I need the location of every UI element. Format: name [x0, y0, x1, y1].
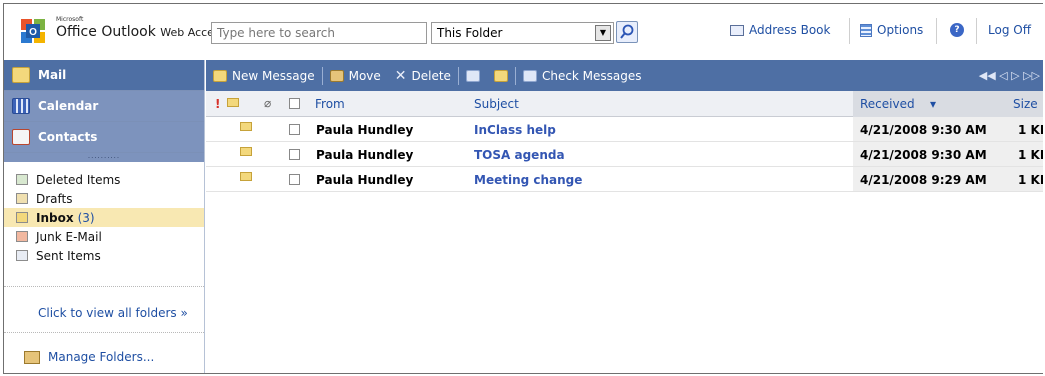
message-toolbar: New Message Move ✕ Delete Check Messages…	[206, 60, 1043, 91]
message-from: Paula Hundley	[316, 148, 414, 162]
navigation-pane: Mail Calendar Contacts .......... Delete…	[4, 60, 205, 373]
trash-icon	[16, 174, 28, 185]
subject-column-header[interactable]: Subject	[474, 97, 519, 111]
search-scope-select[interactable]: This Folder ▼	[431, 22, 614, 44]
unread-envelope-icon	[240, 122, 252, 131]
size-column-header[interactable]: Size	[1013, 97, 1038, 111]
delete-icon: ✕	[394, 67, 407, 84]
inbox-icon	[16, 212, 28, 223]
message-subject[interactable]: InClass help	[474, 123, 556, 137]
dropdown-arrow-icon[interactable]: ▼	[595, 25, 611, 41]
drafts-icon	[16, 193, 28, 204]
folder-inbox[interactable]: Inbox (3)	[4, 208, 204, 227]
folder-drafts[interactable]: Drafts	[4, 189, 204, 208]
move-icon	[329, 69, 344, 82]
pane-resize-grip[interactable]: ..........	[4, 153, 204, 162]
microsoft-label: Microsoft	[56, 16, 84, 23]
manage-folders-icon	[24, 350, 40, 364]
nav-calendar[interactable]: Calendar	[4, 91, 204, 122]
message-subject[interactable]: TOSA agenda	[474, 148, 565, 162]
message-list: Paula Hundley InClass help 4/21/2008 9:3…	[206, 117, 1043, 192]
reply-icon	[465, 69, 480, 82]
reply-button[interactable]	[459, 69, 487, 82]
header: O Microsoft Office Outlook Web Access Ty…	[4, 4, 1043, 60]
search-scope-value: This Folder	[437, 26, 503, 40]
folder-deleted-items[interactable]: Deleted Items	[4, 170, 204, 189]
attachment-column-icon[interactable]: ⌀	[264, 96, 271, 110]
message-subject[interactable]: Meeting change	[474, 173, 582, 187]
header-separator	[936, 18, 937, 44]
product-name: Office Outlook Web Access	[56, 24, 226, 40]
pager-controls[interactable]: ◀◀ ◁ ▷ ▷▷	[979, 69, 1040, 82]
read-status-column-icon[interactable]	[227, 98, 239, 107]
message-checkbox[interactable]	[289, 124, 300, 135]
header-separator	[976, 18, 977, 44]
envelope-icon	[493, 69, 508, 82]
sent-icon	[16, 250, 28, 261]
message-checkbox[interactable]	[289, 174, 300, 185]
junk-icon	[16, 231, 28, 242]
mark-read-button[interactable]	[487, 69, 515, 82]
message-received: 4/21/2008 9:30 AM	[860, 123, 987, 137]
message-received: 4/21/2008 9:30 AM	[860, 148, 987, 162]
help-icon: ?	[950, 23, 964, 37]
header-separator	[849, 18, 850, 44]
folder-sent-items[interactable]: Sent Items	[4, 246, 204, 265]
message-list-header: ! ⌀ From Subject Received ▾ Size	[206, 91, 1043, 117]
options-link[interactable]: Options	[860, 23, 923, 37]
view-all-folders-link[interactable]: Click to view all folders »	[38, 306, 188, 320]
delete-button[interactable]: ✕ Delete	[388, 68, 458, 84]
new-message-icon	[213, 69, 227, 82]
outlook-logo-icon: O	[21, 19, 45, 43]
new-message-button[interactable]: New Message	[206, 69, 322, 83]
contacts-icon	[12, 129, 30, 145]
select-all-checkbox[interactable]	[289, 98, 300, 109]
check-messages-button[interactable]: Check Messages	[516, 69, 649, 83]
options-icon	[860, 23, 872, 37]
search-input[interactable]: Type here to search	[211, 22, 427, 44]
nav-contacts[interactable]: Contacts	[4, 122, 204, 153]
inbox-unread-count: (3)	[77, 210, 95, 225]
message-row[interactable]: Paula Hundley InClass help 4/21/2008 9:3…	[206, 117, 1043, 142]
folder-list: Deleted Items Drafts Inbox (3) Junk E-Ma…	[4, 162, 204, 265]
nav-divider	[4, 286, 204, 287]
importance-column[interactable]: !	[215, 97, 220, 111]
mail-icon	[12, 67, 30, 83]
message-size: 1 KB	[1018, 148, 1043, 162]
message-received: 4/21/2008 9:29 AM	[860, 173, 987, 187]
address-book-link[interactable]: Address Book	[730, 23, 830, 37]
received-column-header[interactable]: Received	[860, 97, 915, 111]
check-messages-icon	[522, 69, 537, 82]
message-from: Paula Hundley	[316, 173, 414, 187]
unread-envelope-icon	[240, 172, 252, 181]
help-button[interactable]: ?	[950, 23, 964, 37]
sort-descending-icon[interactable]: ▾	[930, 97, 936, 111]
message-row[interactable]: Paula Hundley Meeting change 4/21/2008 9…	[206, 167, 1043, 192]
owa-window: O Microsoft Office Outlook Web Access Ty…	[3, 3, 1043, 374]
message-checkbox[interactable]	[289, 149, 300, 160]
search-button[interactable]	[616, 21, 638, 43]
message-size: 1 KB	[1018, 173, 1043, 187]
unread-envelope-icon	[240, 147, 252, 156]
nav-divider	[4, 332, 204, 333]
message-row[interactable]: Paula Hundley TOSA agenda 4/21/2008 9:30…	[206, 142, 1043, 167]
manage-folders-link[interactable]: Manage Folders...	[24, 350, 154, 364]
from-column-header[interactable]: From	[315, 97, 345, 111]
svg-text:O: O	[29, 27, 37, 38]
address-book-icon	[730, 24, 744, 36]
move-button[interactable]: Move	[323, 69, 388, 83]
nav-mail[interactable]: Mail	[4, 60, 204, 91]
search-icon	[620, 24, 634, 39]
message-size: 1 KB	[1018, 123, 1043, 137]
calendar-icon	[12, 98, 30, 114]
message-from: Paula Hundley	[316, 123, 414, 137]
folder-junk-email[interactable]: Junk E-Mail	[4, 227, 204, 246]
log-off-link[interactable]: Log Off	[988, 23, 1031, 37]
